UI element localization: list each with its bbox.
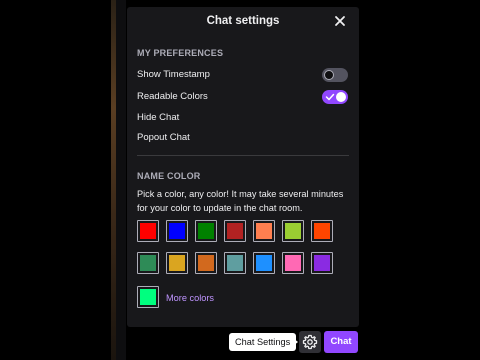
swatch-fill xyxy=(227,223,243,239)
tooltip-arrow xyxy=(293,338,298,346)
swatch-fill xyxy=(256,255,272,271)
color-swatch[interactable] xyxy=(311,252,333,274)
panel-header: Chat settings xyxy=(127,7,359,37)
swatch-fill xyxy=(314,255,330,271)
swatch-fill xyxy=(140,255,156,271)
check-icon xyxy=(325,93,335,101)
swatch-fill xyxy=(198,255,214,271)
color-swatch[interactable] xyxy=(137,252,159,274)
stream-backdrop-right xyxy=(359,0,480,360)
swatch-fill xyxy=(169,255,185,271)
chat-settings-tooltip: Chat Settings xyxy=(229,333,297,351)
more-colors-link[interactable]: More colors xyxy=(166,293,214,303)
color-swatch[interactable] xyxy=(224,220,246,242)
name-color-description: Pick a color, any color! It may take sev… xyxy=(137,189,344,213)
swatch-fill xyxy=(314,223,330,239)
name-color-heading: NAME COLOR xyxy=(137,171,201,181)
swatch-fill xyxy=(227,255,243,271)
custom-color-swatch[interactable] xyxy=(137,286,159,308)
chat-settings-button[interactable] xyxy=(299,331,321,353)
my-preferences-heading: MY PREFERENCES xyxy=(137,48,224,58)
show-timestamp-toggle[interactable] xyxy=(322,68,348,82)
color-swatch[interactable] xyxy=(224,252,246,274)
chat-settings-panel: Chat settings MY PREFERENCES Show Timest… xyxy=(127,7,359,327)
hide-chat-button[interactable]: Hide Chat xyxy=(137,112,179,123)
color-swatch[interactable] xyxy=(282,220,304,242)
color-swatch[interactable] xyxy=(311,220,333,242)
readable-colors-label: Readable Colors xyxy=(137,91,208,102)
close-icon xyxy=(335,16,345,26)
color-swatch[interactable] xyxy=(166,220,188,242)
show-timestamp-label: Show Timestamp xyxy=(137,69,210,80)
close-button[interactable] xyxy=(333,14,347,28)
stream-gutter xyxy=(116,0,126,360)
toggle-knob xyxy=(324,70,334,80)
toggle-knob xyxy=(336,92,346,102)
swatch-fill xyxy=(285,255,301,271)
color-swatch[interactable] xyxy=(195,252,217,274)
swatch-fill xyxy=(285,223,301,239)
stream-backdrop-left xyxy=(0,0,115,360)
color-swatch[interactable] xyxy=(137,220,159,242)
color-swatch[interactable] xyxy=(166,252,188,274)
swatch-fill xyxy=(140,223,156,239)
custom-color-fill xyxy=(140,289,156,305)
color-swatch[interactable] xyxy=(253,220,275,242)
swatch-fill xyxy=(169,223,185,239)
section-divider xyxy=(137,155,349,156)
swatch-fill xyxy=(198,223,214,239)
color-swatch[interactable] xyxy=(195,220,217,242)
popout-chat-button[interactable]: Popout Chat xyxy=(137,132,190,143)
swatch-fill xyxy=(256,223,272,239)
color-swatch[interactable] xyxy=(282,252,304,274)
color-swatch[interactable] xyxy=(253,252,275,274)
gear-icon xyxy=(302,334,318,350)
readable-colors-toggle[interactable] xyxy=(322,90,348,104)
chat-button[interactable]: Chat xyxy=(324,331,358,353)
panel-title: Chat settings xyxy=(206,15,280,27)
